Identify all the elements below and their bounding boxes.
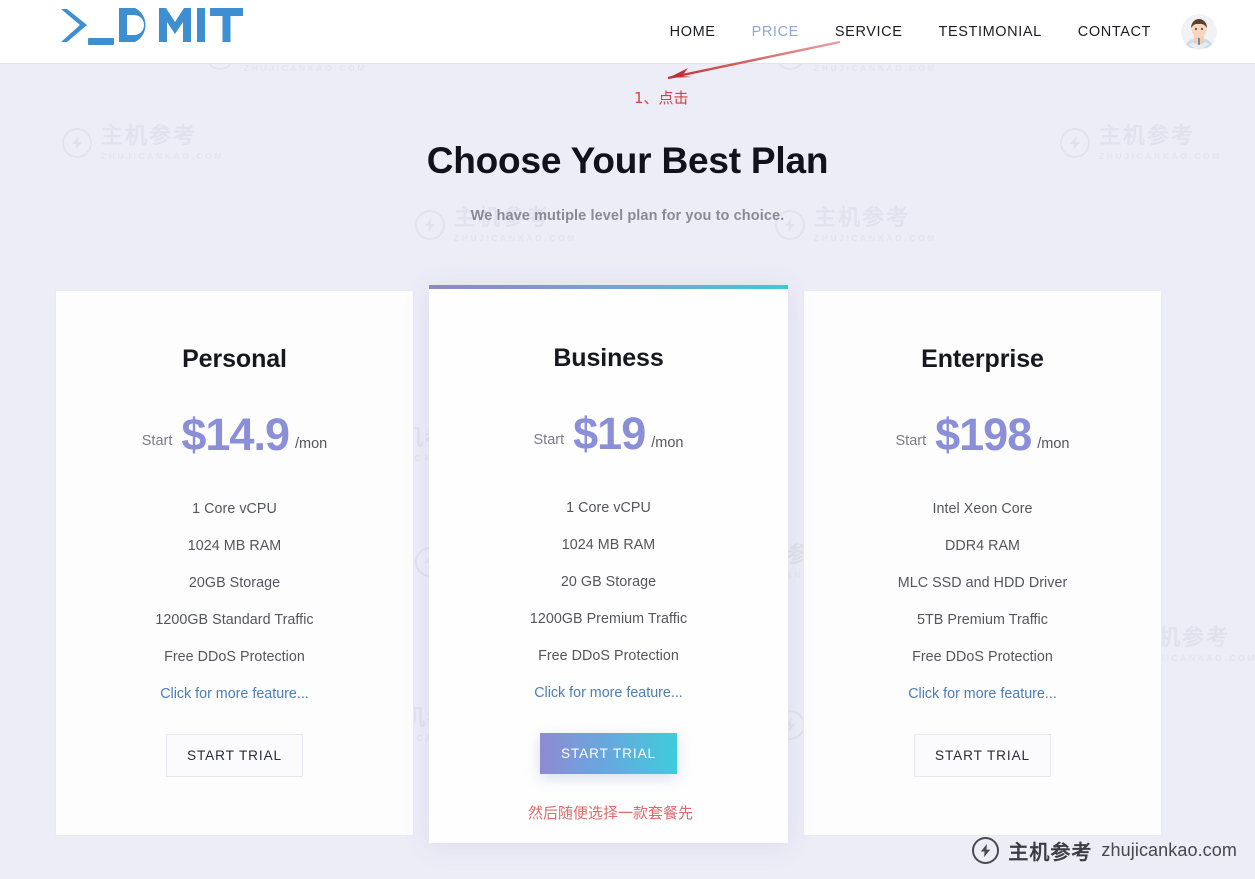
annotation-step-2: 然后随便选择一款套餐先 xyxy=(528,804,694,822)
dmit-logo-icon xyxy=(61,8,243,45)
brand-logo[interactable] xyxy=(55,2,250,54)
nav-item-service[interactable]: SERVICE xyxy=(817,24,921,40)
nav-item-contact[interactable]: CONTACT xyxy=(1060,24,1169,40)
plan-card-personal: Personal Start $14.9 /mon 1 Core vCPU 10… xyxy=(55,290,414,836)
more-features-link[interactable]: Click for more feature... xyxy=(429,685,788,701)
price-amount: $14.9 xyxy=(181,409,290,460)
feature-item: 20GB Storage xyxy=(188,575,281,591)
feature-item: 5TB Premium Traffic xyxy=(917,612,1048,628)
feature-item: 20 GB Storage xyxy=(560,574,657,590)
nav-item-home[interactable]: HOME xyxy=(652,24,734,40)
feature-item: Free DDoS Protection xyxy=(912,649,1053,665)
hero-section: Choose Your Best Plan We have mutiple le… xyxy=(0,64,1255,224)
featured-accent-bar xyxy=(429,285,788,289)
pricing-grid: Personal Start $14.9 /mon 1 Core vCPU 10… xyxy=(55,285,1200,860)
plan-name: Personal xyxy=(182,345,287,373)
watermark-en: ZHUJICANKAO.COM xyxy=(454,233,578,243)
more-features-link[interactable]: Click for more feature... xyxy=(56,686,413,702)
feature-item: 1 Core vCPU xyxy=(566,500,651,516)
plan-price: Start $198 /mon xyxy=(804,412,1161,457)
price-start-label: Start xyxy=(895,433,927,449)
plan-name: Business xyxy=(553,344,664,372)
feature-item: DDR4 RAM xyxy=(944,538,1021,554)
feature-list: 1 Core vCPU 1024 MB RAM 20 GB Storage 12… xyxy=(429,500,788,664)
price-period: /mon xyxy=(651,435,684,451)
site-watermark-badge: 主机参考 zhujicankao.com xyxy=(972,836,1237,865)
plan-name: Enterprise xyxy=(921,345,1044,373)
feature-item: Free DDoS Protection xyxy=(164,649,305,665)
plan-card-business: Business Start $19 /mon 1 Core vCPU 1024… xyxy=(429,285,788,843)
badge-url: zhujicankao.com xyxy=(1101,840,1237,860)
feature-item: 1 Core vCPU xyxy=(192,501,277,517)
page-subtitle: We have mutiple level plan for you to ch… xyxy=(470,208,785,224)
price-period: /mon xyxy=(295,436,328,452)
feature-item: 1024 MB RAM xyxy=(561,537,656,553)
price-period: /mon xyxy=(1037,436,1070,452)
feature-item: 1024 MB RAM xyxy=(187,538,282,554)
price-start-label: Start xyxy=(141,433,173,449)
feature-item: Intel Xeon Core xyxy=(932,501,1033,517)
plan-price: Start $19 /mon xyxy=(429,411,788,456)
nav-item-testimonial[interactable]: TESTIMONIAL xyxy=(921,24,1060,40)
main-nav: HOME PRICE SERVICE TESTIMONIAL CONTACT xyxy=(652,0,1239,64)
feature-item: 1200GB Standard Traffic xyxy=(155,612,314,628)
badge-brand-cn: 主机参考 xyxy=(1008,840,1093,864)
page-title: Choose Your Best Plan xyxy=(426,140,829,181)
start-trial-button[interactable]: START TRIAL xyxy=(913,734,1051,777)
site-header: HOME PRICE SERVICE TESTIMONIAL CONTACT xyxy=(0,0,1255,64)
plan-price: Start $14.9 /mon xyxy=(56,412,413,457)
price-start-label: Start xyxy=(533,432,565,448)
feature-list: 1 Core vCPU 1024 MB RAM 20GB Storage 120… xyxy=(56,501,413,665)
feature-item: MLC SSD and HDD Driver xyxy=(897,575,1068,591)
annotation-step-1: 1、点击 xyxy=(634,89,689,107)
feature-list: Intel Xeon Core DDR4 RAM MLC SSD and HDD… xyxy=(804,501,1161,665)
user-avatar-icon[interactable] xyxy=(1181,14,1217,50)
lightning-circle-icon xyxy=(972,837,1000,864)
start-trial-button[interactable]: START TRIAL xyxy=(165,734,303,777)
nav-item-price[interactable]: PRICE xyxy=(734,24,817,40)
plan-card-enterprise: Enterprise Start $198 /mon Intel Xeon Co… xyxy=(803,290,1162,836)
price-amount: $198 xyxy=(935,409,1032,460)
feature-item: 1200GB Premium Traffic xyxy=(529,611,688,627)
feature-item: Free DDoS Protection xyxy=(538,648,679,664)
price-amount: $19 xyxy=(573,408,646,459)
more-features-link[interactable]: Click for more feature... xyxy=(804,686,1161,702)
watermark-en: ZHUJICANKAO.COM xyxy=(814,233,938,243)
start-trial-button[interactable]: START TRIAL xyxy=(540,733,677,774)
